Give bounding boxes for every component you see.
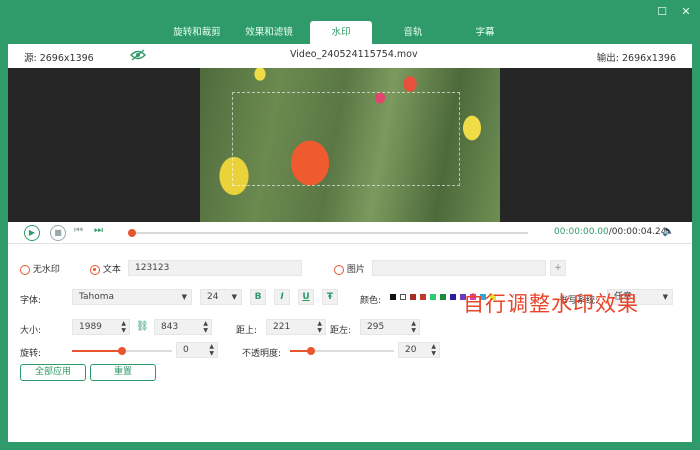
close-icon[interactable]: ✕ [680,6,692,18]
total-time: /00:00:04.24 [608,227,667,237]
color-swatch[interactable] [430,294,436,300]
time-readout: 00:00:00.00/00:00:04.24 [554,227,667,237]
link-icon[interactable]: ⛓ [136,321,149,332]
tab-subtitles[interactable]: 字幕 [454,21,516,44]
previous-frame-icon[interactable]: ⏮ [74,225,83,236]
width-input[interactable]: 1989 ▲ ▼ [72,319,130,335]
apply-all-button[interactable]: 全部应用 [20,364,86,381]
output-resolution: 输出: 2696x1396 [596,53,676,64]
left-offset-label: 距左: [330,326,352,336]
progress-knob[interactable] [128,229,136,237]
source-resolution: 源: 2696x1396 [24,53,94,64]
no-watermark-radio[interactable] [20,264,30,275]
stepper-icon[interactable]: ▲ ▼ [121,320,126,334]
image-watermark-radio[interactable] [334,264,344,275]
size-label: 大小: [20,326,42,336]
stepper-icon[interactable]: ▲ ▼ [209,343,214,357]
rotation-label: 旋转: [20,349,42,359]
text-watermark-label: 文本 [102,265,121,275]
opacity-slider-knob[interactable] [306,347,315,355]
color-swatch[interactable] [420,294,426,300]
text-watermark-radio[interactable] [90,264,100,275]
stepper-icon[interactable]: ▲ ▼ [431,343,436,357]
color-label: 颜色: [360,296,382,306]
progress-track[interactable] [132,232,528,234]
color-swatch[interactable] [440,294,446,300]
tab-bar: 旋转和裁剪 效果和滤镜 水印 音轨 字幕 [166,21,526,44]
top-offset-label: 距上: [236,326,258,336]
annotation-text: 自行调整水印效果 [463,292,639,316]
opacity-value: 20 [405,345,417,355]
underline-button[interactable]: U [298,289,314,305]
chevron-down-icon: ▼ [181,293,187,301]
top-offset-input[interactable]: 221 ▲ ▼ [266,319,326,335]
tab-audio-track[interactable]: 音轨 [382,21,444,44]
strikethrough-button[interactable]: Ŧ [322,289,338,305]
rotation-slider-fill [72,350,122,352]
no-watermark-label: 无水印 [32,265,60,275]
watermark-frame[interactable] [232,92,460,186]
font-select[interactable]: Tahoma ▼ [72,289,192,305]
tab-effects-filters[interactable]: 效果和滤镜 [238,21,300,44]
option-no-watermark[interactable]: 无水印 [20,262,60,275]
watermark-credit: 掘金技术社区 @ 数据蛙官方软件 [414,417,663,437]
chevron-down-icon: ▼ [231,293,237,301]
info-bar: 源: 2696x1396 Video_240524115754.mov 输出: … [8,44,692,68]
eye-icon[interactable] [130,49,146,64]
video-frame [200,68,500,222]
opacity-slider[interactable] [290,347,394,355]
left-offset-value: 295 [367,322,385,332]
reset-button[interactable]: 重置 [90,364,156,381]
tab-rotate-crop[interactable]: 旋转和裁剪 [166,21,228,44]
stepper-icon[interactable]: ▲ ▼ [411,320,416,334]
watermark-text-input[interactable]: 123123 [128,260,302,276]
color-swatch[interactable] [450,294,456,300]
color-swatch[interactable] [410,294,416,300]
height-value: 843 [161,322,179,332]
font-label: 字体: [20,296,42,306]
left-offset-input[interactable]: 295 ▲ ▼ [360,319,420,335]
play-button[interactable]: ▶ [24,225,40,241]
opacity-label: 不透明度: [242,349,282,359]
image-watermark-label: 图片 [346,265,365,275]
font-size-value: 24 [207,292,219,302]
title-bar: 旋转和裁剪 效果和滤镜 水印 音轨 字幕 ☐ ✕ [0,0,700,44]
width-value: 1989 [79,322,102,332]
top-offset-value: 221 [273,322,291,332]
rotation-input[interactable]: 0 ▲ ▼ [176,342,218,358]
bold-button[interactable]: B [250,289,266,305]
option-image-watermark[interactable]: 图片 [334,262,365,275]
file-name: Video_240524115754.mov [290,49,418,60]
stepper-icon[interactable]: ▲ ▼ [317,320,322,334]
editor-panel: 源: 2696x1396 Video_240524115754.mov 输出: … [8,44,692,442]
height-input[interactable]: 843 ▲ ▼ [154,319,212,335]
stepper-icon[interactable]: ▲ ▼ [203,320,208,334]
stop-button[interactable]: ■ [50,225,66,241]
font-size-select[interactable]: 24 ▼ [200,289,242,305]
rotation-value: 0 [183,345,189,355]
opacity-input[interactable]: 20 ▲ ▼ [398,342,440,358]
add-image-button[interactable]: + [550,260,566,276]
maximize-icon[interactable]: ☐ [656,6,668,18]
chevron-down-icon: ▼ [662,293,668,301]
font-value: Tahoma [79,292,115,302]
playback-bar: ▶ ■ ⏮ ⏭ 00:00:00.00/00:00:04.24 🔈 [8,222,692,244]
color-swatch[interactable] [400,294,406,300]
volume-icon[interactable]: 🔈 [662,226,674,237]
rotation-slider-knob[interactable] [118,347,126,355]
rotation-slider[interactable] [72,347,172,355]
color-swatch[interactable] [390,294,396,300]
next-frame-icon[interactable]: ⏭ [94,225,103,236]
watermark-image-input[interactable] [372,260,546,276]
video-preview [8,68,692,222]
tab-watermark[interactable]: 水印 [310,21,372,44]
italic-button[interactable]: I [274,289,290,305]
current-time: 00:00:00.00 [554,227,609,237]
option-text-watermark[interactable]: 文本 [90,262,121,275]
